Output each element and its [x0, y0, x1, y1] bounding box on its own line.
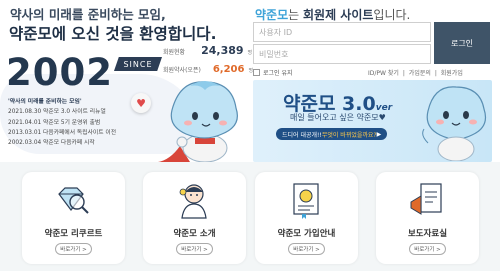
since-badge: SINCE: [114, 57, 162, 71]
login-heading-end: 입니다.: [373, 8, 411, 22]
keep-login-option[interactable]: 로그인 유지: [253, 68, 293, 77]
heart-icon: ♥: [131, 93, 151, 113]
card-recruit[interactable]: 약준모 리쿠르트 바로가기 >: [22, 172, 125, 264]
user-id-input[interactable]: 사용자 ID: [253, 22, 431, 42]
mascot-character-illustration: [158, 81, 238, 162]
hero-subtitle: 약사의 미래를 준비하는 모임,: [10, 7, 166, 22]
card-press[interactable]: 보도자료실 바로가기 >: [376, 172, 479, 264]
history-item: 2013.03.01 다음카페에서 독립사이트 이전: [8, 129, 117, 136]
signup-link[interactable]: 회원가입: [441, 70, 463, 77]
history-item: 2021.08.30 약준모 3.0 사이트 리뉴얼: [8, 109, 106, 116]
certificate-icon: [293, 183, 319, 219]
members-label: 회원현황: [163, 49, 186, 56]
login-heading-brand: 약준모: [255, 8, 289, 22]
card-label: 보도자료실: [407, 229, 448, 239]
card-label: 약준모 가입안내: [277, 229, 336, 239]
card-about[interactable]: 약준모 소개 바로가기 >: [143, 172, 246, 264]
banner-cta-text: 드디어 대공개!!: [282, 131, 322, 139]
go-button[interactable]: 바로가기 >: [55, 243, 92, 255]
login-heading-bold: 회원제 사이트: [302, 8, 374, 22]
go-button[interactable]: 바로가기 >: [176, 243, 213, 255]
members-unit: 명: [247, 50, 253, 56]
hero-title: 약준모에 오신 것을 환영합니다.: [9, 25, 217, 43]
keep-login-checkbox[interactable]: [253, 69, 260, 76]
history-title: '약사의 미래를 준비하는 모임': [8, 99, 82, 105]
pharmacist-stat: 회원약사(오픈) 6,206 명: [163, 64, 253, 75]
members-stat: 회원현황 24,389 명: [163, 44, 252, 57]
login-button[interactable]: 로그인: [434, 22, 490, 64]
link-divider: |: [402, 70, 405, 77]
account-links: ID/PW 찾기 | 가입문의 | 회원가입: [367, 68, 464, 77]
pharmacist-label: 회원약사(오픈): [163, 67, 201, 74]
megaphone-document-icon: [410, 183, 442, 215]
join-inquiry-link[interactable]: 가입문의: [409, 70, 431, 77]
link-divider: |: [434, 70, 437, 77]
banner-cta-highlight: 무엇이 바뀌었을까요?: [321, 131, 377, 139]
card-join-guide[interactable]: 약준모 가입안내 바로가기 >: [255, 172, 358, 264]
history-item: 2021.04.01 약준모 5기 운영위 출범: [8, 119, 101, 126]
banner-cta-arrow: ▶: [376, 130, 382, 138]
password-input[interactable]: 비밀번호: [253, 44, 431, 64]
pharmacist-character-icon: [179, 184, 207, 219]
card-label: 약준모 소개: [173, 229, 216, 239]
login-heading-text: 는: [288, 8, 303, 22]
go-button[interactable]: 바로가기 >: [288, 243, 325, 255]
banner-mascot-illustration: [422, 86, 487, 161]
pharmacist-value: 6,206: [212, 64, 245, 75]
find-id-pw-link[interactable]: ID/PW 찾기: [368, 70, 399, 77]
banner-cta[interactable]: 드디어 대공개!! 무엇이 바뀌었을까요? ▶: [276, 128, 388, 140]
history-list: '약사의 미래를 준비하는 모임' 2021.08.30 약준모 3.0 사이트…: [8, 97, 116, 148]
banner-subtitle: 매일 들어오고 싶은 약준모♥: [290, 113, 386, 122]
keep-login-label: 로그인 유지: [263, 70, 293, 77]
go-button[interactable]: 바로가기 >: [409, 243, 446, 255]
card-label: 약준모 리쿠르트: [44, 229, 103, 239]
history-item: 2002.03.04 약준모 다음카페 시작: [8, 140, 95, 147]
founding-year: 2002: [6, 51, 113, 94]
login-heading: 약준모는 회원제 사이트입니다.: [255, 6, 410, 23]
members-value: 24,389: [201, 44, 244, 57]
diamond-magnifier-icon: [58, 187, 89, 214]
